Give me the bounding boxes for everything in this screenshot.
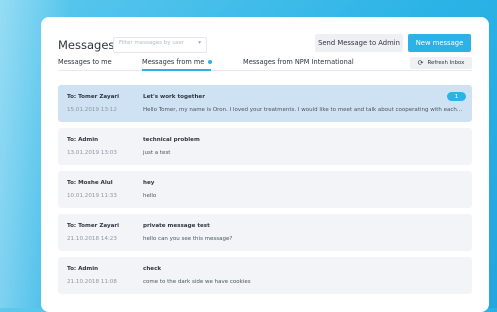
unread-dot-icon bbox=[208, 60, 213, 64]
messages-panel: Messages Filter messages by user ▾ Send … bbox=[41, 17, 489, 312]
message-row[interactable]: To: Moshe Alul 10.01.2019 11:33 hey hell… bbox=[58, 171, 472, 208]
tabs-divider bbox=[58, 70, 472, 71]
refresh-label: Refresh Inbox bbox=[427, 60, 465, 66]
message-preview: just a test bbox=[143, 150, 171, 156]
message-preview: Hello Tomer, my name is Oron. I loved yo… bbox=[143, 107, 463, 113]
message-recipient: To: Admin bbox=[67, 137, 99, 143]
chevron-down-icon: ▾ bbox=[198, 40, 201, 46]
unread-count-badge: 1 bbox=[447, 92, 466, 101]
message-date: 15.01.2019 13:12 bbox=[67, 107, 117, 113]
filter-select[interactable]: Filter messages by user ▾ bbox=[113, 37, 207, 53]
message-recipient: To: Moshe Alul bbox=[67, 180, 113, 186]
tab-label: Messages to me bbox=[58, 58, 112, 66]
filter-placeholder: Filter messages by user bbox=[119, 40, 185, 46]
message-row[interactable]: To: Tomer Zayari 15.01.2019 13:12 Let's … bbox=[58, 85, 472, 122]
new-message-button[interactable]: New message bbox=[408, 34, 471, 52]
message-row[interactable]: To: Tomer Zayari 21.10.2018 14:23 privat… bbox=[58, 214, 472, 251]
message-row[interactable]: To: Admin 21.10.2018 11:08 check come to… bbox=[58, 257, 472, 294]
message-subject: private message test bbox=[143, 223, 210, 229]
message-date: 10.01.2019 11:33 bbox=[67, 193, 117, 199]
message-date: 21.10.2018 14:23 bbox=[67, 236, 117, 242]
tab-label: Messages from me bbox=[142, 58, 205, 66]
refresh-icon: ⟳ bbox=[417, 59, 424, 67]
message-date: 13.01.2019 13:03 bbox=[67, 150, 117, 156]
send-message-to-admin-button[interactable]: Send Message to Admin bbox=[315, 34, 403, 52]
message-preview: come to the dark side we have cookies bbox=[143, 279, 251, 285]
message-preview: hello bbox=[143, 193, 157, 199]
message-recipient: To: Admin bbox=[67, 266, 99, 272]
message-preview: hello can you see this message? bbox=[143, 236, 233, 242]
message-subject: technical problem bbox=[143, 137, 200, 143]
message-subject: check bbox=[143, 266, 162, 272]
message-recipient: To: Tomer Zayari bbox=[67, 223, 120, 229]
page-title: Messages bbox=[58, 38, 115, 52]
message-recipient: To: Tomer Zayari bbox=[67, 94, 120, 100]
tab-messages-from-me[interactable]: Messages from me bbox=[142, 58, 213, 66]
tab-label: Messages from NPM International bbox=[243, 58, 354, 66]
message-subject: Let's work together bbox=[143, 94, 205, 100]
active-tab-indicator bbox=[142, 69, 211, 71]
tab-messages-to-me[interactable]: Messages to me bbox=[58, 58, 112, 66]
message-row[interactable]: To: Admin 13.01.2019 13:03 technical pro… bbox=[58, 128, 472, 165]
message-date: 21.10.2018 11:08 bbox=[67, 279, 117, 285]
refresh-inbox-button[interactable]: ⟳ Refresh Inbox bbox=[410, 57, 472, 69]
tab-messages-from-npm[interactable]: Messages from NPM International bbox=[243, 58, 354, 66]
message-subject: hey bbox=[143, 180, 155, 186]
